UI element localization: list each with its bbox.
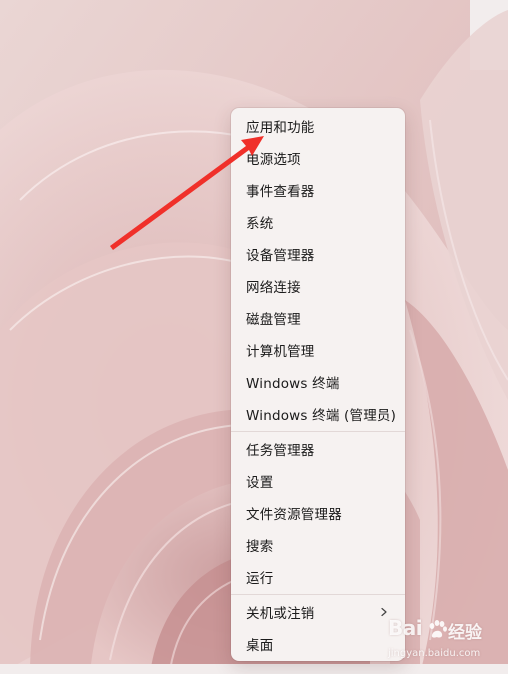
menu-item-label: 桌面 [246, 638, 274, 654]
menu-item-file-explorer[interactable]: 文件资源管理器 [235, 499, 401, 527]
menu-item-search[interactable]: 搜索 [235, 531, 401, 559]
menu-item-label: 计算机管理 [246, 344, 315, 360]
menu-item-shutdown-or-sign-out[interactable]: 关机或注销 [235, 598, 401, 626]
menu-item-label: 任务管理器 [246, 443, 315, 459]
menu-item-label: 关机或注销 [246, 606, 315, 622]
menu-item-run[interactable]: 运行 [235, 563, 401, 591]
menu-item-windows-terminal-admin[interactable]: Windows 终端 (管理员) [235, 400, 401, 428]
menu-item-label: 文件资源管理器 [246, 507, 342, 523]
menu-item-settings[interactable]: 设置 [235, 467, 401, 495]
menu-item-task-manager[interactable]: 任务管理器 [235, 435, 401, 463]
menu-item-network-connections[interactable]: 网络连接 [235, 272, 401, 300]
menu-item-label: 事件查看器 [246, 184, 315, 200]
menu-item-label: 磁盘管理 [246, 312, 301, 328]
menu-item-label: 设备管理器 [246, 248, 315, 264]
menu-item-windows-terminal[interactable]: Windows 终端 [235, 368, 401, 396]
menu-item-label: Windows 终端 [246, 376, 340, 392]
menu-item-device-manager[interactable]: 设备管理器 [235, 240, 401, 268]
menu-item-system[interactable]: 系统 [235, 208, 401, 236]
menu-item-event-viewer[interactable]: 事件查看器 [235, 176, 401, 204]
menu-item-label: 设置 [246, 475, 274, 491]
menu-item-label: Windows 终端 (管理员) [246, 408, 397, 424]
menu-item-label: 系统 [246, 216, 274, 232]
quick-link-menu: 应用和功能 电源选项 事件查看器 系统 设备管理器 网络连接 磁盘管理 计算机管… [231, 108, 405, 661]
menu-item-desktop[interactable]: 桌面 [235, 630, 401, 658]
menu-divider [231, 594, 405, 595]
menu-item-label: 应用和功能 [246, 120, 315, 136]
menu-item-label: 搜索 [246, 539, 274, 555]
menu-item-disk-management[interactable]: 磁盘管理 [235, 304, 401, 332]
menu-item-apps-and-features[interactable]: 应用和功能 [235, 112, 401, 140]
menu-item-label: 电源选项 [246, 152, 301, 168]
menu-item-label: 运行 [246, 571, 274, 587]
chevron-right-icon [381, 607, 387, 617]
menu-divider [231, 431, 405, 432]
menu-item-computer-management[interactable]: 计算机管理 [235, 336, 401, 364]
menu-item-power-options[interactable]: 电源选项 [235, 144, 401, 172]
menu-item-label: 网络连接 [246, 280, 301, 296]
